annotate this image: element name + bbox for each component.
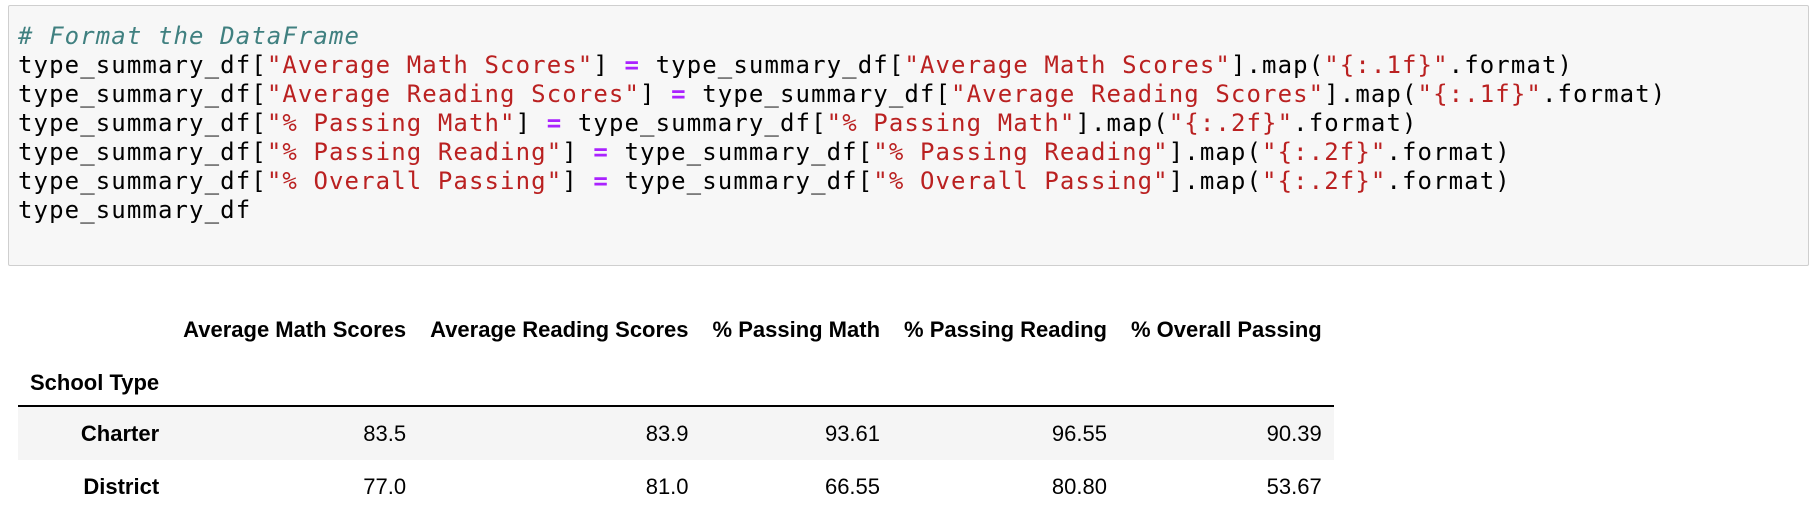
code-map-call-open: ].map( xyxy=(1324,80,1418,108)
code-format-call-close: .format) xyxy=(1386,138,1511,166)
code-bracket-close: ] xyxy=(562,167,594,195)
table-cell: 77.0 xyxy=(363,474,407,499)
code-df-name: type_summary_df xyxy=(18,109,252,137)
code-bracket-open: [ xyxy=(857,138,874,166)
code-bracket-open: [ xyxy=(251,80,267,108)
table-cell: 83.9 xyxy=(645,420,689,446)
table-cell: 96.55 xyxy=(1051,420,1107,446)
code-cell[interactable]: # Format the DataFrame type_summary_df["… xyxy=(8,5,1809,266)
code-assign-operator: = xyxy=(671,80,687,108)
table-cell: 81.0 xyxy=(645,474,689,499)
code-bracket-open: [ xyxy=(811,109,827,137)
table-cell: 93.61 xyxy=(824,420,881,446)
blank-header-cell xyxy=(418,360,700,406)
code-df-name: type_summary_df xyxy=(702,80,936,108)
column-header: % Passing Math xyxy=(712,317,881,342)
code-last-line: type_summary_df xyxy=(18,193,251,227)
code-bracket-close: ] xyxy=(593,51,625,79)
code-bracket-open: [ xyxy=(251,109,267,137)
column-header: % Passing Reading xyxy=(904,317,1107,342)
row-index-label: Charter xyxy=(80,420,160,446)
code-df-name: type_summary_df xyxy=(18,80,252,108)
code-bracket-open: [ xyxy=(251,167,267,195)
blank-header-cell xyxy=(1119,360,1334,406)
table-cell: 90.39 xyxy=(1266,420,1322,446)
column-header: Average Reading Scores xyxy=(430,317,689,342)
code-column-string: "% Passing Math" xyxy=(266,109,516,137)
code-bracket-open: [ xyxy=(251,51,267,79)
code-column-string: "% Passing Reading" xyxy=(266,138,563,166)
code-format-call-close: .format) xyxy=(1386,167,1511,195)
table-cell: 83.5 xyxy=(363,420,407,446)
code-assign-operator: = xyxy=(593,138,609,166)
code-map-call-open: ].map( xyxy=(1168,167,1263,195)
code-df-name: type_summary_df xyxy=(18,167,252,195)
table-cell: 53.67 xyxy=(1266,474,1322,499)
table-cell: 66.55 xyxy=(824,474,881,499)
code-df-name: type_summary_df xyxy=(18,196,252,224)
code-bracket-close: ] xyxy=(515,109,547,137)
code-map-call-open: ].map( xyxy=(1075,109,1169,137)
code-df-name: type_summary_df xyxy=(655,51,889,79)
code-column-string: "Average Reading Scores" xyxy=(951,80,1325,108)
table-row: Charter 83.5 83.9 93.61 96.55 90.39 xyxy=(18,406,1334,460)
code-column-string: "Average Math Scores" xyxy=(904,51,1231,79)
code-df-name: type_summary_df xyxy=(624,138,858,166)
code-assign-operator: = xyxy=(546,109,563,137)
code-column-string: "% Passing Reading" xyxy=(873,138,1169,166)
code-comment: # Format the DataFrame xyxy=(18,22,361,50)
index-header-row: School Type xyxy=(18,360,1334,406)
code-df-name: type_summary_df xyxy=(18,138,252,166)
code-format-call-close: .format) xyxy=(1541,80,1667,108)
code-column-string: "% Overall Passing" xyxy=(873,167,1169,195)
code-format-call-close: .format) xyxy=(1293,109,1418,137)
dataframe-table: Average Math Scores Average Reading Scor… xyxy=(18,300,1334,514)
output-area: Average Math Scores Average Reading Scor… xyxy=(18,300,1446,531)
column-header: Average Math Scores xyxy=(183,317,407,342)
code-df-name: type_summary_df xyxy=(577,109,812,137)
code-format-call-close: .format) xyxy=(1448,51,1574,79)
code-map-call-open: ].map( xyxy=(1230,51,1325,79)
code-assign-operator: = xyxy=(624,51,641,79)
code-bracket-open: [ xyxy=(857,167,874,195)
code-map-call-open: ].map( xyxy=(1168,138,1263,166)
code-df-name: type_summary_df xyxy=(18,51,252,79)
code-bracket-close: ] xyxy=(640,80,672,108)
code-bracket-close: ] xyxy=(562,138,594,166)
code-column-string: "Average Reading Scores" xyxy=(266,80,640,108)
blank-header-cell xyxy=(171,360,418,406)
code-format-string: "{:.1f}" xyxy=(1324,51,1449,79)
code-format-string: "{:.1f}" xyxy=(1417,80,1542,108)
code-df-name: type_summary_df xyxy=(624,167,858,195)
code-format-string: "{:.2f}" xyxy=(1262,167,1387,195)
code-column-string: "% Passing Math" xyxy=(826,109,1076,137)
code-column-string: "Average Math Scores" xyxy=(266,51,594,79)
code-bracket-open: [ xyxy=(251,138,267,166)
table-cell: 80.80 xyxy=(1051,474,1107,499)
table-row: District 77.0 81.0 66.55 80.80 53.67 xyxy=(18,460,1334,514)
blank-header-cell xyxy=(892,360,1119,406)
column-header-row: Average Math Scores Average Reading Scor… xyxy=(18,300,1334,360)
column-header: % Overall Passing xyxy=(1130,317,1322,342)
blank-header-cell xyxy=(701,360,892,406)
code-format-string: "{:.2f}" xyxy=(1168,109,1294,137)
row-index-label: District xyxy=(83,474,160,499)
blank-header-cell xyxy=(18,300,171,360)
index-name-header: School Type xyxy=(30,369,160,395)
code-format-string: "{:.2f}" xyxy=(1262,138,1387,166)
code-bracket-open: [ xyxy=(935,80,952,108)
code-assign-operator: = xyxy=(593,167,609,195)
code-column-string: "% Overall Passing" xyxy=(266,167,563,195)
code-bracket-open: [ xyxy=(888,51,905,79)
